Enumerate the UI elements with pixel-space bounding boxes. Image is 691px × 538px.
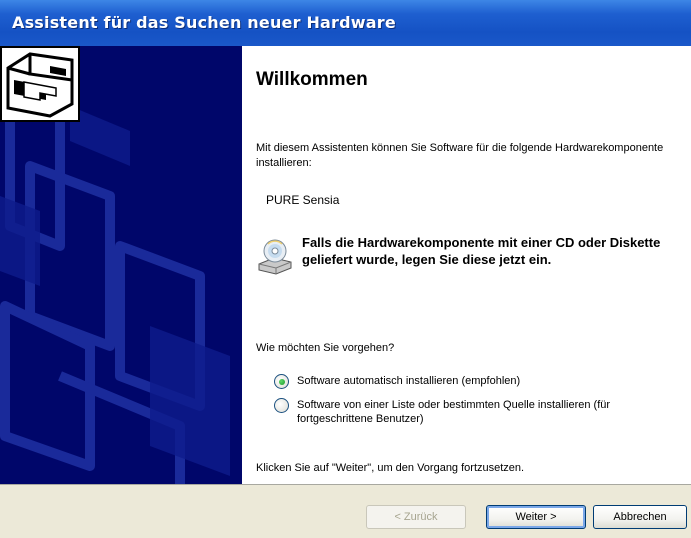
back-button[interactable]: < Zurück [366, 505, 466, 529]
option-automatic-label[interactable]: Software automatisch installieren (empfo… [297, 374, 637, 388]
wizard-side-panel [0, 46, 242, 484]
cancel-button[interactable]: Abbrechen [593, 505, 687, 529]
option-automatic[interactable]: Software automatisch installieren (empfo… [274, 374, 637, 389]
device-name: PURE Sensia [266, 193, 340, 207]
question-text: Wie möchten Sie vorgehen? [256, 342, 395, 354]
title-bar[interactable]: Assistent für das Suchen neuer Hardware [0, 0, 691, 46]
radio-manual[interactable] [274, 398, 289, 413]
window-title: Assistent für das Suchen neuer Hardware [12, 13, 396, 32]
hardware-wizard-icon [0, 46, 80, 122]
option-manual-label[interactable]: Software von einer Liste oder bestimmten… [297, 398, 637, 426]
page-title: Willkommen [256, 69, 368, 90]
next-button[interactable]: Weiter > [486, 505, 586, 529]
cd-drive-icon [258, 239, 292, 275]
intro-text: Mit diesem Assistenten können Sie Softwa… [256, 142, 664, 169]
wizard-content: Willkommen Mit diesem Assistenten können… [242, 46, 691, 484]
wizard-window: Assistent für das Suchen neuer Hardware [0, 0, 691, 538]
option-manual[interactable]: Software von einer Liste oder bestimmten… [274, 398, 637, 426]
insert-media-notice: Falls die Hardwarekomponente mit einer C… [302, 235, 661, 267]
radio-automatic[interactable] [274, 374, 289, 389]
continue-hint: Klicken Sie auf "Weiter", um den Vorgang… [256, 462, 525, 474]
button-bar: < Zurück Weiter > Abbrechen [0, 484, 691, 538]
